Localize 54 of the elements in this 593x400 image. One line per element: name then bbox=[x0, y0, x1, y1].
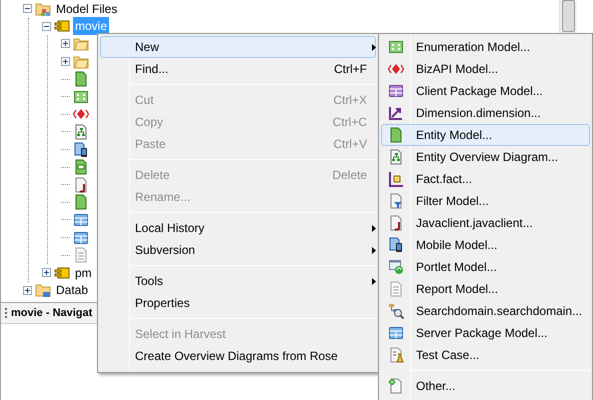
tree-item[interactable]: Datab bbox=[54, 281, 90, 300]
menu-item[interactable]: Javaclient.javaclient... bbox=[381, 212, 590, 234]
menu-item[interactable]: Client Package Model... bbox=[381, 80, 590, 102]
folder-icon bbox=[35, 0, 51, 17]
new-file-icon bbox=[388, 378, 404, 394]
menu-item[interactable]: Subversion bbox=[100, 239, 376, 261]
tree-item[interactable]: pm bbox=[73, 264, 94, 282]
expand-toggle[interactable] bbox=[23, 286, 32, 295]
menu-item[interactable]: Entity Overview Diagram... bbox=[381, 146, 590, 168]
window-icon bbox=[388, 259, 404, 275]
menu-item[interactable]: Filter Model... bbox=[381, 190, 590, 212]
menu-item[interactable]: Properties bbox=[100, 292, 376, 314]
menu-item[interactable]: New bbox=[100, 36, 376, 58]
component-icon bbox=[54, 18, 70, 34]
test-case-icon bbox=[388, 347, 404, 363]
filter-icon bbox=[388, 193, 404, 209]
diagram-icon bbox=[388, 149, 404, 165]
scroll-thumb[interactable] bbox=[562, 0, 575, 32]
menu-item[interactable]: Entity Model... bbox=[381, 124, 590, 146]
menu-item[interactable]: Other... bbox=[381, 375, 590, 397]
grid-icon bbox=[388, 83, 404, 99]
component-icon bbox=[54, 264, 70, 281]
menu-item[interactable]: Server Package Model... bbox=[381, 322, 590, 344]
enumeration-icon bbox=[388, 39, 404, 55]
menu-item[interactable]: Local History bbox=[100, 217, 376, 239]
expand-toggle[interactable] bbox=[61, 57, 70, 66]
collapse-toggle[interactable] bbox=[23, 4, 32, 14]
menu-item[interactable]: Find... Ctrl+F bbox=[100, 58, 376, 80]
expand-toggle[interactable] bbox=[61, 39, 70, 48]
menu-item[interactable]: Fact.fact... bbox=[381, 168, 590, 190]
collapse-toggle[interactable] bbox=[42, 22, 51, 31]
mobile-icon bbox=[388, 237, 404, 253]
document-icon bbox=[388, 215, 404, 231]
menu-item[interactable]: Mobile Model... bbox=[381, 234, 590, 256]
fact-icon bbox=[388, 171, 404, 187]
magnifier-icon bbox=[388, 303, 404, 319]
document-icon bbox=[388, 127, 404, 143]
panel-title: movie - Navigat bbox=[11, 306, 92, 321]
grid-icon bbox=[388, 325, 404, 341]
expand-toggle[interactable] bbox=[42, 268, 51, 278]
folder-icon bbox=[35, 282, 51, 298]
menu-item[interactable]: Enumeration Model... bbox=[381, 36, 590, 58]
menu-item[interactable]: Searchdomain.searchdomain... bbox=[381, 300, 590, 322]
arrow-icon bbox=[388, 105, 404, 121]
document-icon bbox=[388, 281, 404, 297]
tree-item[interactable]: Model Files bbox=[54, 0, 120, 18]
menu-item[interactable]: Create Overview Diagrams from Rose bbox=[100, 345, 376, 367]
menu-item[interactable]: Tools bbox=[100, 270, 376, 292]
menu-item[interactable]: Test Case... bbox=[381, 344, 590, 366]
menu-item[interactable]: BizAPI Model... bbox=[381, 58, 590, 80]
grip-icon[interactable] bbox=[5, 308, 8, 318]
menu-item[interactable]: Portlet Model... bbox=[381, 256, 590, 278]
menu-item[interactable]: Dimension.dimension... bbox=[381, 102, 590, 124]
menu-item[interactable]: Report Model... bbox=[381, 278, 590, 300]
